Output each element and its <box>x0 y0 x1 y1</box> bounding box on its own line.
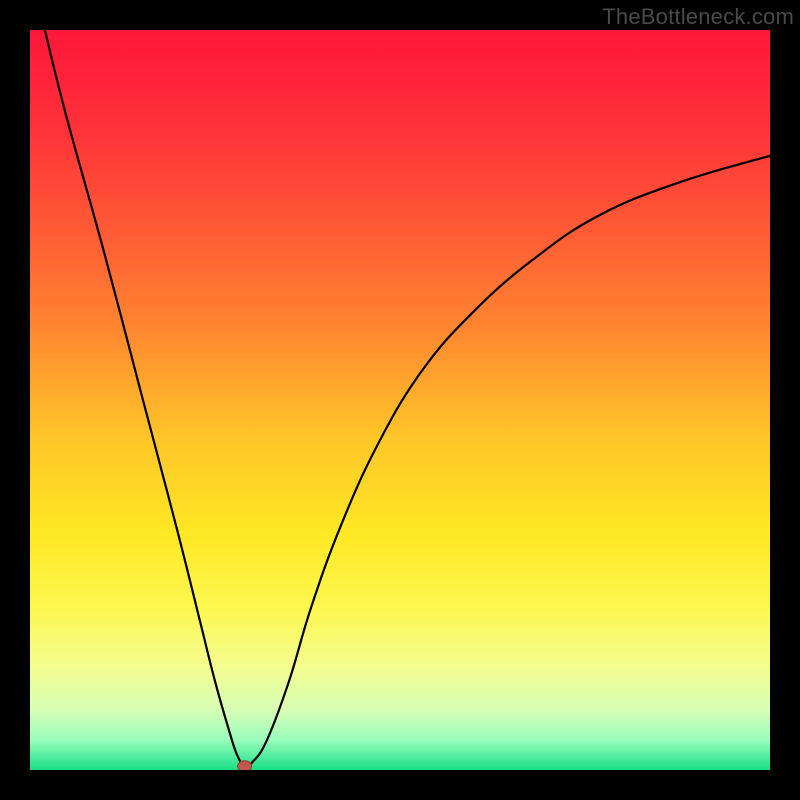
chart-frame: TheBottleneck.com <box>0 0 800 800</box>
plot-area <box>30 30 770 770</box>
optimal-point-marker <box>238 761 252 770</box>
watermark-text: TheBottleneck.com <box>602 4 794 30</box>
bottleneck-curve <box>30 30 770 770</box>
